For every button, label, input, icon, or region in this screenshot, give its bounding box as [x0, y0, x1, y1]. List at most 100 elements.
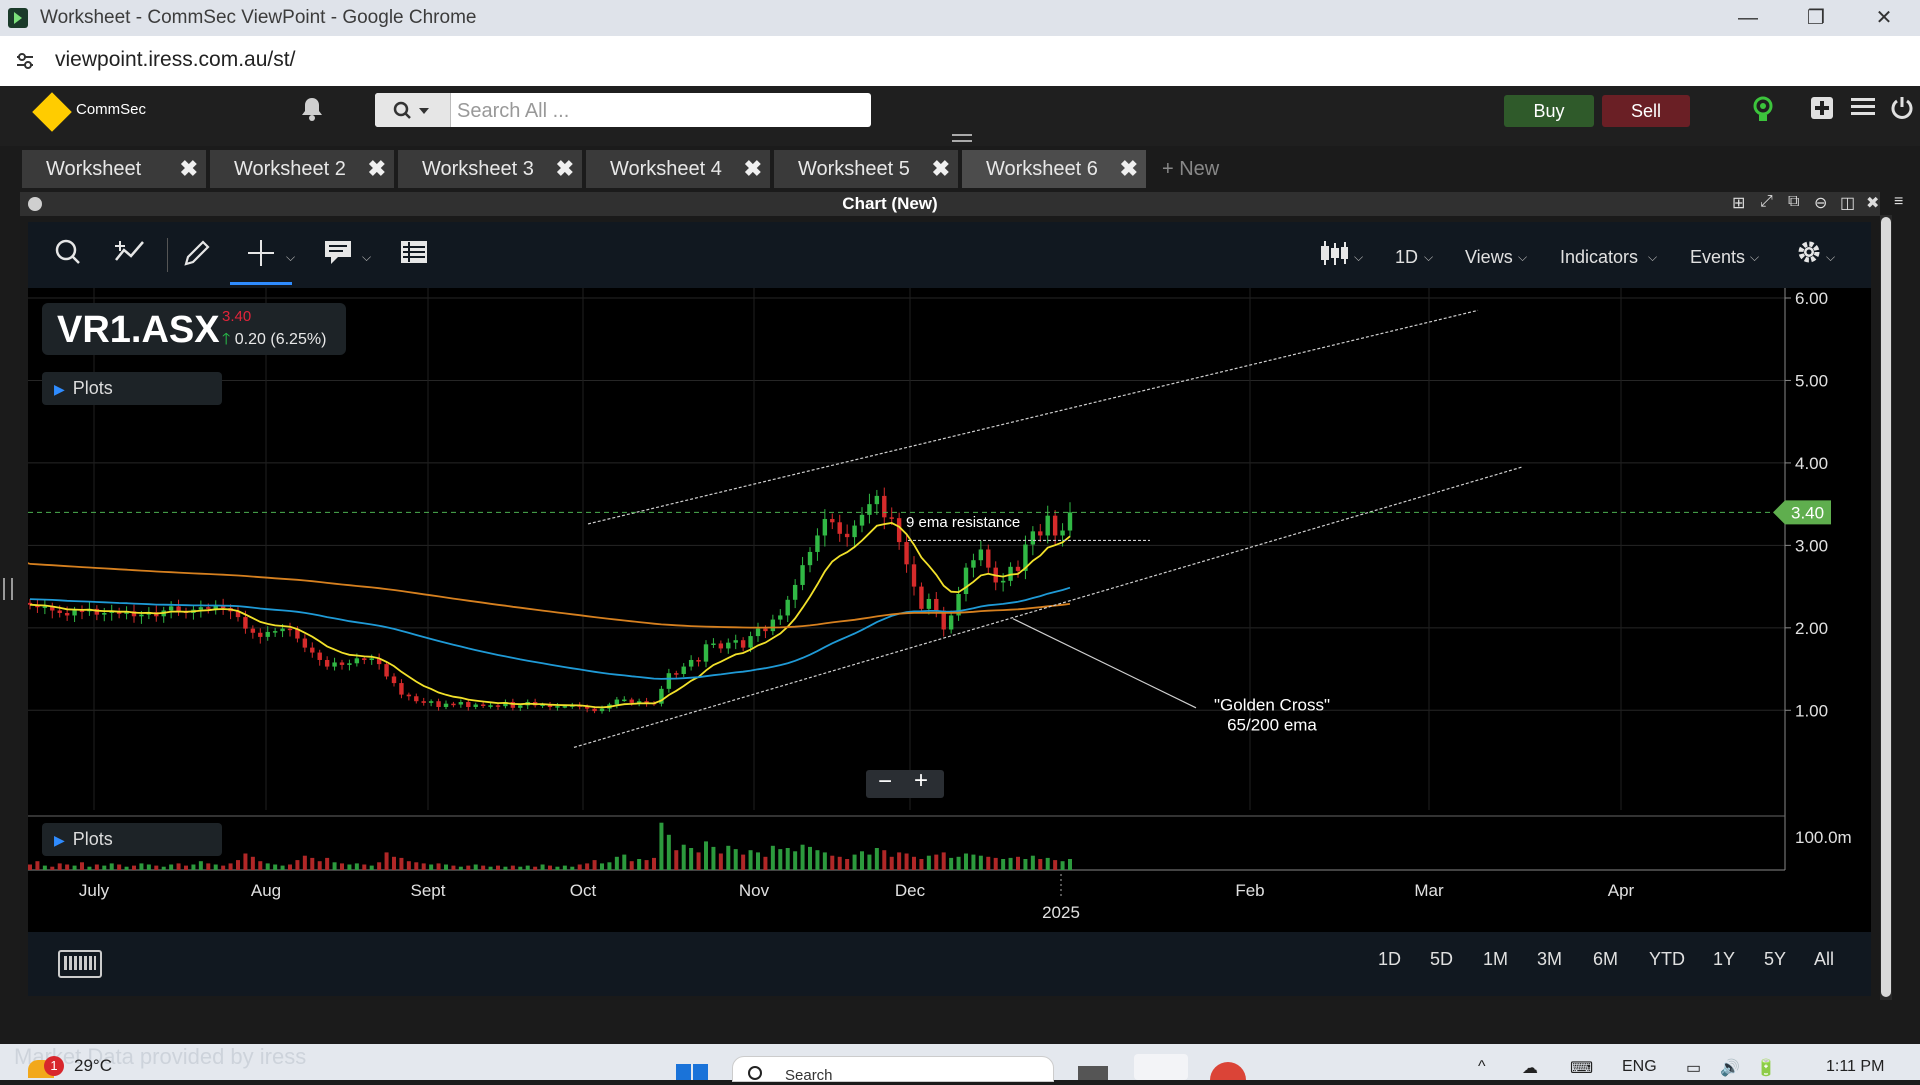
close-tab-icon[interactable]: ✖ [744, 150, 762, 188]
volume-bar [458, 866, 463, 870]
restore-button[interactable]: ❐ [1788, 0, 1844, 36]
chevron-down-icon[interactable]: ⌵ [1826, 250, 1835, 265]
close-panel-icon[interactable]: ✖ [1866, 193, 1879, 213]
plots-toggle-main[interactable]: ▶ Plots [42, 372, 222, 405]
address-bar[interactable]: viewpoint.iress.com.au/st/ [0, 36, 1920, 87]
battery-icon[interactable]: 🔋 [1756, 1058, 1776, 1078]
indicator-lines [28, 521, 1071, 709]
menu-icon[interactable] [1851, 96, 1875, 125]
volume-bar [451, 865, 456, 870]
play-icon: ▶ [54, 832, 65, 848]
chevron-down-icon[interactable]: ⌵ [1424, 250, 1433, 265]
clock[interactable]: 1:11 PM [1826, 1058, 1884, 1076]
bell-icon[interactable] [300, 96, 324, 129]
taskbar-app-icon[interactable] [1134, 1054, 1188, 1080]
keyboard-icon[interactable]: ⌨ [1570, 1058, 1593, 1078]
range-3m[interactable]: 3M [1537, 949, 1562, 970]
tab-worksheet-3[interactable]: Worksheet 3 ✖ [398, 150, 582, 188]
search-dropdown-button[interactable] [375, 93, 451, 127]
popout-icon[interactable]: ⧉ [1788, 193, 1799, 211]
range-1d[interactable]: 1D [1378, 949, 1401, 970]
split-panel-icon[interactable]: ◫ [1840, 193, 1855, 213]
y-tick-label: 5.00 [1795, 371, 1828, 390]
tab-worksheet-5[interactable]: Worksheet 5 ✖ [774, 150, 958, 188]
crosshair-icon[interactable] [246, 238, 276, 275]
close-tab-icon[interactable]: ✖ [1120, 150, 1138, 188]
range-ytd[interactable]: YTD [1649, 949, 1685, 970]
candle-body [763, 628, 768, 632]
price-chart[interactable]: 6.00 5.00 4.00 3.00 2.00 1.00 100.0m July Aug Se… [28, 288, 1871, 932]
taskbar-search[interactable]: Search [732, 1056, 1054, 1084]
close-tab-icon[interactable]: ✖ [180, 150, 198, 188]
comment-icon[interactable] [323, 238, 353, 273]
tab-worksheet-1[interactable]: Worksheet ✖ [22, 150, 206, 188]
indicators-dropdown[interactable]: Indicators [1560, 247, 1638, 268]
chevron-down-icon[interactable]: ⌵ [1750, 250, 1759, 265]
chevron-down-icon[interactable]: ⌵ [286, 250, 295, 265]
chevron-up-icon[interactable]: ^ [1478, 1058, 1486, 1076]
add-widget-icon[interactable] [1810, 96, 1834, 127]
volume-icon[interactable]: 🔊 [1720, 1058, 1740, 1078]
close-tab-icon[interactable]: ✖ [556, 150, 574, 188]
minimize-button[interactable]: — [1720, 0, 1776, 36]
tab-label: Worksheet 6 [986, 158, 1098, 180]
search-icon[interactable] [54, 238, 82, 273]
draw-pencil-icon[interactable] [182, 238, 212, 275]
weather-temp[interactable]: 29°C [74, 1056, 112, 1076]
volume-bar [340, 863, 344, 870]
views-dropdown[interactable]: Views [1465, 247, 1513, 268]
windows-start-icon[interactable] [676, 1062, 710, 1080]
candlestick-chart-icon[interactable] [1319, 238, 1349, 275]
site-info-icon[interactable] [14, 50, 36, 72]
gear-icon[interactable] [1795, 238, 1823, 273]
cloud-icon[interactable]: ☁ [1522, 1058, 1538, 1078]
vertical-scrollbar[interactable] [1880, 215, 1892, 1000]
scrollbar-thumb[interactable] [1881, 217, 1891, 997]
chevron-down-icon[interactable]: ⌵ [1518, 250, 1527, 265]
tab-worksheet-6[interactable]: Worksheet 6 ✖ [962, 150, 1146, 188]
panel-drag-handle[interactable] [952, 134, 972, 142]
data-table-icon[interactable] [399, 238, 429, 273]
tab-worksheet-4[interactable]: Worksheet 4 ✖ [586, 150, 770, 188]
expand-icon[interactable]: ⤢ [1760, 193, 1773, 211]
minimize-panel-icon[interactable]: ⊖ [1814, 193, 1827, 213]
power-icon[interactable] [1890, 96, 1914, 127]
sell-button[interactable]: Sell [1602, 95, 1690, 127]
range-5y[interactable]: 5Y [1764, 949, 1786, 970]
y-tick-label: 1.00 [1795, 701, 1828, 720]
volume-bar [481, 865, 486, 870]
close-tab-icon[interactable]: ✖ [368, 150, 386, 188]
new-tab-button[interactable]: + New [1162, 150, 1219, 188]
task-view-icon[interactable] [1078, 1066, 1108, 1080]
volume-bar [904, 853, 909, 870]
range-5d[interactable]: 5D [1430, 949, 1453, 970]
zoom-in-button[interactable]: + [914, 767, 928, 795]
language-indicator[interactable]: ENG [1622, 1058, 1657, 1076]
range-6m[interactable]: 6M [1593, 949, 1618, 970]
interval-dropdown[interactable]: 1D [1395, 247, 1418, 268]
price-change-value: 0.20 (6.25%) [234, 331, 327, 348]
network-icon[interactable]: ▭ [1686, 1058, 1701, 1078]
range-1m[interactable]: 1M [1483, 949, 1508, 970]
zoom-out-button[interactable]: − [878, 768, 892, 796]
keyboard-icon[interactable] [58, 950, 102, 978]
buy-button[interactable]: Buy [1504, 95, 1594, 127]
chevron-down-icon[interactable]: ⌵ [1648, 250, 1657, 265]
add-panel-icon[interactable]: ⊞ [1732, 193, 1745, 213]
close-tab-icon[interactable]: ✖ [932, 150, 950, 188]
chevron-down-icon[interactable]: ⌵ [1354, 250, 1363, 265]
url-text[interactable]: viewpoint.iress.com.au/st/ [55, 48, 295, 72]
tab-worksheet-2[interactable]: Worksheet 2 ✖ [210, 150, 394, 188]
search-input[interactable] [455, 93, 859, 129]
add-study-icon[interactable] [112, 238, 146, 273]
side-panel-handle[interactable] [3, 578, 13, 600]
panel-menu-icon[interactable]: ≡ [1894, 193, 1903, 211]
chevron-down-icon[interactable]: ⌵ [362, 250, 371, 265]
events-dropdown[interactable]: Events [1690, 247, 1745, 268]
range-1y[interactable]: 1Y [1713, 949, 1735, 970]
close-window-button[interactable]: ✕ [1856, 0, 1912, 36]
plots-toggle-volume[interactable]: ▶ Plots [42, 823, 222, 856]
lightbulb-icon[interactable] [1752, 96, 1774, 131]
range-all[interactable]: All [1814, 949, 1834, 970]
x-tick-label: Nov [739, 881, 770, 900]
